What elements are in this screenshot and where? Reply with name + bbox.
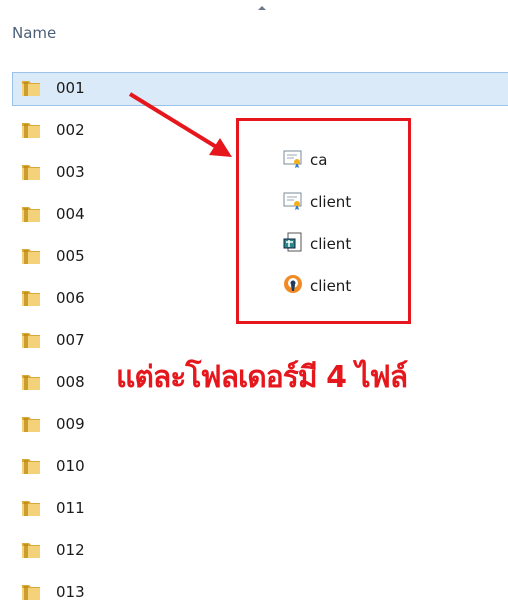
folder-row[interactable]: 012 <box>0 534 508 568</box>
folder-icon <box>20 456 42 476</box>
file-label: client <box>310 277 352 295</box>
folder-icon <box>20 414 42 434</box>
certificate-icon <box>283 190 303 214</box>
folder-row[interactable]: 009 <box>0 408 508 442</box>
file-label: client <box>310 235 352 253</box>
folder-icon <box>20 540 42 560</box>
file-item[interactable]: client <box>283 190 351 214</box>
folder-name: 007 <box>56 331 85 349</box>
file-label: ca <box>310 151 328 169</box>
file-label: client <box>310 193 352 211</box>
folder-name: 001 <box>56 79 85 97</box>
folder-icon <box>20 288 42 308</box>
folder-name: 011 <box>56 499 85 517</box>
folder-icon <box>20 246 42 266</box>
folder-icon <box>20 330 42 350</box>
sort-ascending-icon <box>258 6 266 10</box>
folder-icon <box>20 498 42 518</box>
file-item[interactable]: client <box>283 232 351 256</box>
folder-name: 006 <box>56 289 85 307</box>
file-item[interactable]: client <box>283 274 351 298</box>
folder-icon <box>20 78 42 98</box>
folder-name: 010 <box>56 457 85 475</box>
openvpn-icon <box>283 274 303 298</box>
folder-name: 009 <box>56 415 85 433</box>
folder-icon <box>20 120 42 140</box>
folder-row[interactable]: 001 <box>12 72 508 106</box>
file-item[interactable]: ca <box>283 148 327 172</box>
folder-name: 004 <box>56 205 85 223</box>
folder-row[interactable]: 011 <box>0 492 508 526</box>
annotation-text: แต่ละโฟลเดอร์มี 4 ไฟล์ <box>116 360 408 395</box>
folder-row[interactable]: 010 <box>0 450 508 484</box>
folder-name: 002 <box>56 121 85 139</box>
folder-name: 012 <box>56 541 85 559</box>
folder-row[interactable]: 007 <box>0 324 508 358</box>
folder-name: 003 <box>56 163 85 181</box>
folder-name: 013 <box>56 583 85 601</box>
column-header-name[interactable]: Name <box>12 24 56 42</box>
folder-row[interactable]: 013 <box>0 576 508 610</box>
folder-icon <box>20 162 42 182</box>
folder-icon <box>20 204 42 224</box>
callout-box: ca client client client <box>236 118 411 324</box>
key-file-icon <box>283 232 303 256</box>
folder-icon <box>20 582 42 602</box>
folder-name: 008 <box>56 373 85 391</box>
certificate-icon <box>283 148 303 172</box>
folder-icon <box>20 372 42 392</box>
folder-name: 005 <box>56 247 85 265</box>
